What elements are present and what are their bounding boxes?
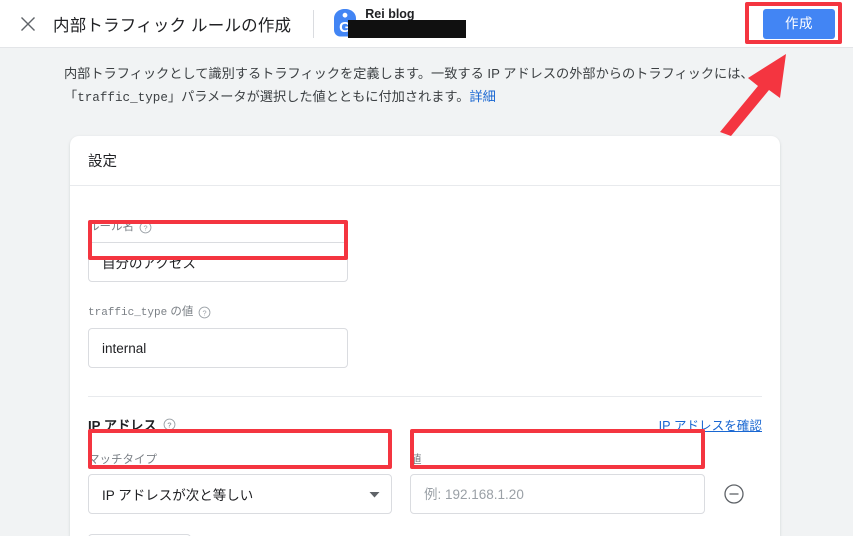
condition-column-labels: マッチタイプ 値 — [88, 434, 762, 467]
rule-name-label-row: ルール名 ? — [88, 220, 762, 234]
ip-section-title: IP アドレス — [88, 418, 157, 433]
description-text: 内部トラフィックとして識別するトラフィックを定義します。一致する IP アドレス… — [64, 62, 784, 110]
app-header: 内部トラフィック ルールの作成 G Rei blog 作成 — [0, 0, 853, 48]
help-circle-icon[interactable]: ? — [198, 306, 211, 319]
header-divider — [313, 9, 315, 38]
help-circle-icon[interactable]: ? — [163, 418, 176, 431]
card-title: 設定 — [70, 136, 780, 186]
account-text: Rei blog — [348, 4, 467, 38]
card-body: ルール名 ? traffic_type の値 ? — [70, 186, 780, 536]
description-quote-close: 」 — [167, 89, 182, 104]
traffic-type-label-mono: traffic_type — [88, 307, 168, 319]
page-title: 内部トラフィック ルールの作成 — [53, 16, 292, 35]
description-param-name: traffic_type — [77, 91, 168, 105]
traffic-type-label-row: traffic_type の値 ? — [88, 305, 762, 320]
match-type-select[interactable]: IP アドレスが次と等しい — [88, 474, 392, 514]
condition-row: IP アドレスが次と等しい — [88, 467, 762, 514]
help-circle-icon[interactable]: ? — [139, 221, 152, 234]
svg-text:?: ? — [203, 308, 207, 317]
description-line2-rest: パラメータが選択した値とともに付加されます。 — [181, 89, 470, 104]
create-button[interactable]: 作成 — [763, 8, 835, 39]
ip-section-title-row: IP アドレス ? — [88, 415, 176, 434]
match-type-selected-value: IP アドレスが次と等しい — [102, 488, 254, 503]
ip-value-input[interactable] — [410, 474, 705, 514]
rule-name-input[interactable] — [88, 242, 348, 282]
account-name: Rei blog — [365, 6, 415, 21]
traffic-type-label-suffix: の値 — [167, 306, 194, 318]
ip-section-header: IP アドレス ? IP アドレスを確認 — [88, 397, 762, 434]
chevron-down-icon — [369, 487, 380, 502]
account-block: G Rei blog — [332, 4, 467, 44]
settings-card: 設定 ルール名 ? traffic_type の値 — [70, 136, 780, 536]
redacted-property-bar — [348, 19, 467, 38]
svg-text:?: ? — [167, 420, 172, 429]
ip-value-wrap — [410, 474, 705, 514]
close-icon[interactable] — [11, 7, 45, 41]
detail-link[interactable]: 詳細 — [470, 89, 496, 104]
traffic-type-input[interactable] — [88, 328, 348, 368]
create-button-wrap: 作成 — [763, 8, 835, 39]
match-type-label: マッチタイプ — [88, 454, 157, 466]
description-line1: 内部トラフィックとして識別するトラフィックを定義します。一致する IP アドレス… — [64, 66, 754, 81]
svg-text:?: ? — [143, 223, 147, 232]
ip-value-label: 値 — [410, 454, 422, 466]
rule-name-label: ルール名 — [88, 221, 134, 233]
check-ip-address-link[interactable]: IP アドレスを確認 — [659, 415, 762, 434]
remove-circle-icon[interactable] — [722, 482, 746, 506]
traffic-type-field-group: traffic_type の値 ? — [88, 282, 762, 368]
description-quote-open: 「 — [64, 89, 78, 104]
rule-name-field-group: ルール名 ? — [88, 186, 762, 282]
